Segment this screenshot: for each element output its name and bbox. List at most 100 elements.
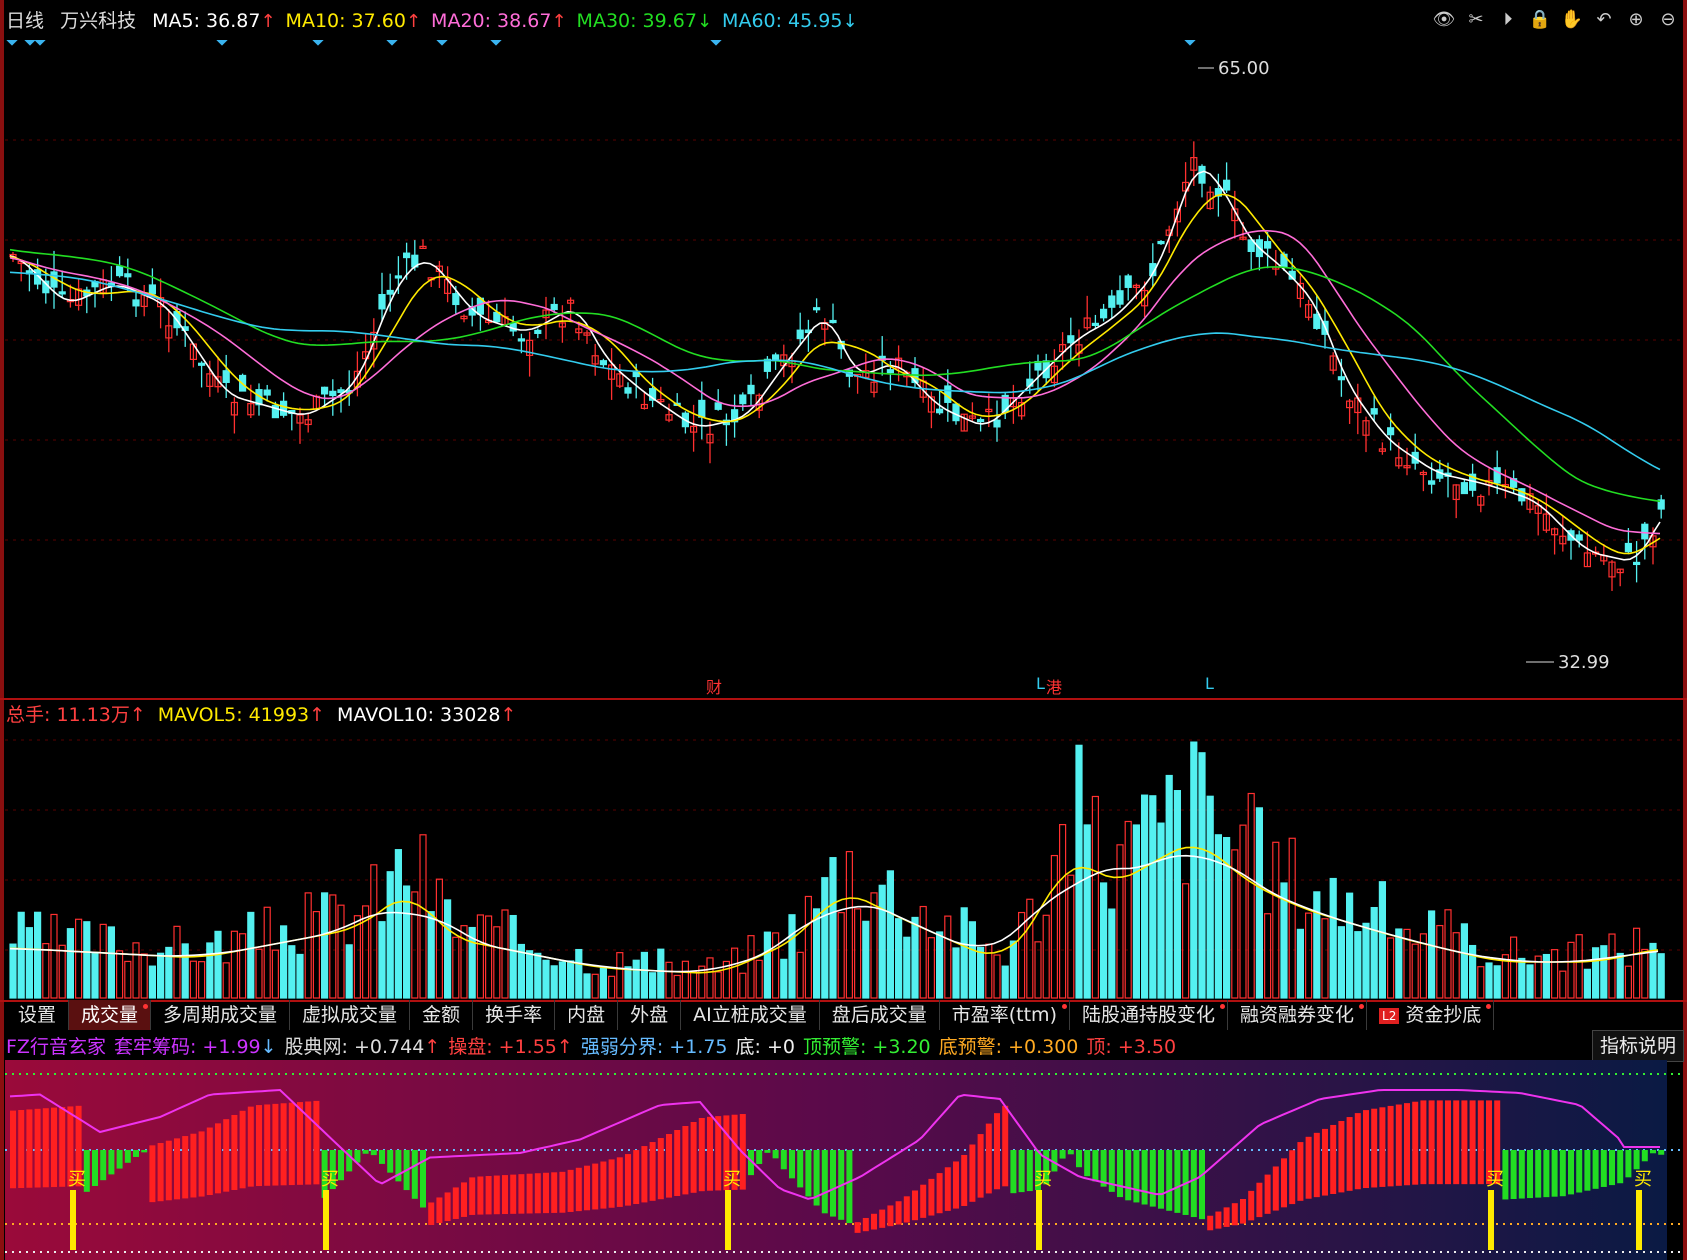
play-icon[interactable]: ⏵ — [1497, 8, 1519, 30]
indicator-bar — [1207, 1215, 1214, 1231]
tab-item[interactable]: 多周期成交量 — [151, 1000, 291, 1030]
indicator-bar — [1379, 1107, 1386, 1187]
candle-body — [1263, 241, 1272, 249]
candle-body — [1222, 179, 1231, 191]
zoom-out-icon[interactable]: ⊖ — [1657, 8, 1679, 30]
indicator-explain-button[interactable]: 指标说明 — [1592, 1030, 1684, 1062]
volume-bar — [706, 957, 714, 999]
candle-body — [886, 369, 895, 374]
undo-icon[interactable]: ↶ — [1593, 8, 1615, 30]
event-marker-l2[interactable]: L — [1205, 674, 1214, 693]
lock-icon[interactable]: 🔒 — [1529, 8, 1551, 30]
volume-bar — [1075, 744, 1083, 999]
tab-item[interactable]: 金额 — [410, 1000, 474, 1030]
indicator-bar — [239, 1110, 246, 1189]
volume-bar — [1624, 965, 1633, 999]
volume-bar — [378, 921, 386, 999]
volume-bar — [993, 954, 1001, 999]
tab-item[interactable]: 内盘 — [555, 1000, 619, 1030]
indicator-bar — [862, 1217, 869, 1232]
indicator-bar — [1354, 1113, 1361, 1190]
zoom-in-icon[interactable]: ⊕ — [1625, 8, 1647, 30]
indicator-bar — [1149, 1150, 1156, 1207]
indicator-bar — [379, 1150, 385, 1164]
tab-item[interactable]: 盘后成交量 — [820, 1000, 940, 1030]
scissors-icon[interactable]: ✂ — [1465, 8, 1487, 30]
event-marker-cai[interactable]: 财 — [706, 674, 722, 698]
indicator-chart-pane[interactable]: 买买买买买买 — [0, 1060, 1687, 1260]
indicator-bar — [846, 1150, 853, 1224]
volume-bar — [198, 961, 206, 999]
volume-legend-item: MAVOL10: 33028↑ — [337, 704, 517, 726]
volume-bar — [566, 960, 575, 999]
stock-name: 万兴科技 — [60, 10, 137, 32]
tab-item[interactable]: 融资融券变化 — [1228, 1000, 1368, 1030]
l2-badge-icon: L2 — [1379, 1007, 1400, 1024]
tab-item[interactable]: 陆股通持股变化 — [1070, 1000, 1228, 1030]
indicator-bar — [895, 1201, 902, 1225]
volume-bar — [435, 878, 443, 999]
indicator-bar — [1330, 1124, 1337, 1194]
indicator-bar — [1559, 1150, 1566, 1197]
volume-chart-pane[interactable]: 总手: 11.13万↑ MAVOL5: 41993↑ MAVOL10: 33028↑ — [0, 700, 1687, 1002]
indicator-bar — [994, 1113, 1000, 1190]
candle-body — [280, 400, 288, 416]
volume-bar — [1058, 824, 1067, 999]
volume-bar — [1362, 922, 1370, 999]
volume-bar — [878, 884, 886, 999]
ma-arrow: ↑ — [405, 11, 422, 32]
indicator-bar — [51, 1107, 57, 1188]
candle-body — [829, 319, 837, 324]
indicator-bar — [584, 1165, 590, 1211]
indicator-bar — [969, 1144, 976, 1202]
indicator-bar — [1650, 1150, 1656, 1154]
candle-body — [1427, 480, 1436, 485]
volume-bar — [370, 864, 378, 999]
indicator-bar — [231, 1114, 238, 1190]
indicator-bar — [1322, 1128, 1328, 1196]
tab-label: 金额 — [422, 1004, 461, 1026]
indicator-bar — [649, 1142, 656, 1201]
volume-bar — [91, 952, 99, 999]
indicator-bar — [215, 1123, 221, 1194]
tab-item[interactable]: 成交量 — [69, 1000, 152, 1030]
price-chart-pane[interactable]: 65.00 32.99 财 L 港 L — [0, 40, 1687, 700]
candle-body — [534, 329, 542, 334]
tab-item[interactable]: L2 资金抄底 — [1367, 1000, 1495, 1030]
volume-bar — [1509, 936, 1518, 999]
tab-item[interactable]: 外盘 — [618, 1000, 682, 1030]
tab-item[interactable]: 换手率 — [473, 1000, 556, 1030]
buy-signal-bar — [1636, 1190, 1642, 1250]
event-marker-l[interactable]: L — [1036, 674, 1045, 693]
volume-bar — [1518, 957, 1526, 999]
indicator-bar — [1420, 1100, 1427, 1185]
indicator-bar — [477, 1176, 484, 1215]
volume-bar — [74, 918, 83, 999]
hand-icon[interactable]: ✋ — [1561, 8, 1583, 30]
volume-bar — [1001, 965, 1009, 999]
indicator-bar — [1445, 1100, 1451, 1185]
eye-icon[interactable]: 👁 — [1433, 8, 1456, 30]
event-marker-gang[interactable]: 港 — [1046, 674, 1062, 698]
tab-item[interactable]: AI立桩成交量 — [681, 1000, 820, 1030]
indicator-bar — [124, 1150, 131, 1163]
ma-text: MA20: 38.67 — [431, 10, 552, 32]
tab-item[interactable]: 虚拟成交量 — [290, 1000, 411, 1030]
candle-body — [1124, 275, 1132, 288]
volume-bar — [919, 905, 927, 999]
tab-item[interactable]: 设置 — [6, 1000, 70, 1030]
tab-label: 多周期成交量 — [163, 1004, 278, 1026]
volume-bar — [689, 971, 698, 999]
candle-body — [952, 403, 960, 422]
volume-bar — [927, 937, 936, 999]
volume-bar — [1165, 774, 1173, 999]
indicator-bar — [313, 1100, 320, 1185]
ma-item: MA30: 39.67↓ — [577, 10, 713, 32]
volume-bar — [862, 920, 870, 999]
ma-arrow: ↓ — [842, 11, 858, 32]
tab-item[interactable]: 市盈率(ttm) — [940, 1000, 1070, 1030]
indicator-bar — [518, 1174, 525, 1214]
period-label[interactable]: 日线 — [6, 6, 44, 33]
tab-dot-icon — [1061, 1004, 1067, 1009]
indicator-bar — [59, 1107, 66, 1187]
